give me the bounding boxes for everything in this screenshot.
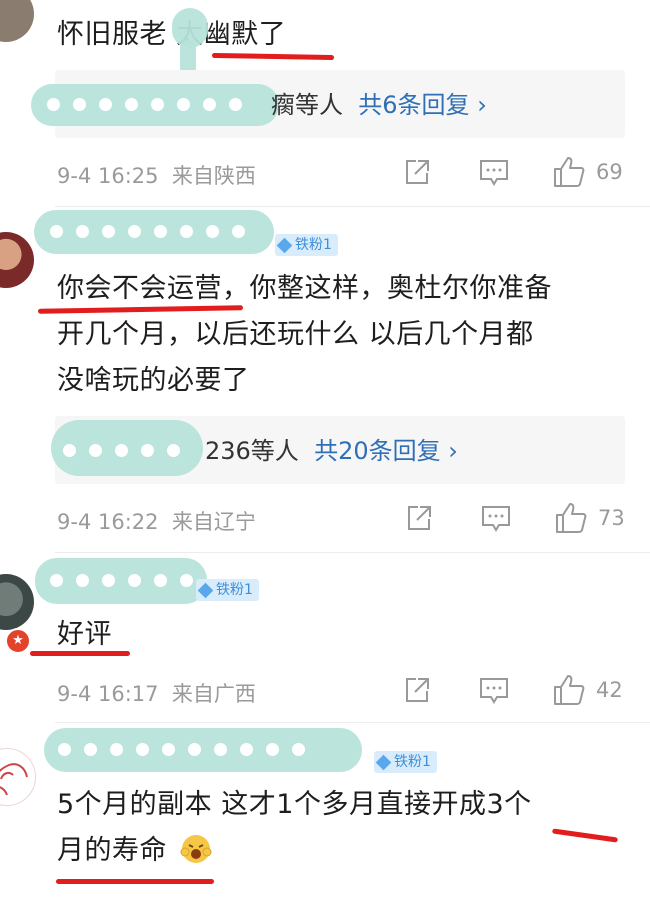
comment-text: 怀旧服老 太幽默了 xyxy=(57,19,287,50)
thumbs-up-icon[interactable] xyxy=(552,673,586,707)
redaction-dots xyxy=(63,444,180,457)
avatar[interactable] xyxy=(0,0,34,42)
redaction-dots xyxy=(50,574,193,587)
location: 来自陕西 xyxy=(171,164,256,188)
redaction-dots xyxy=(47,98,242,111)
like-count: 69 xyxy=(596,160,623,184)
comment-meta: 9-4 16:17 来自广西 xyxy=(57,678,256,708)
share-icon[interactable] xyxy=(404,503,434,533)
reply-count-link[interactable]: 共20条回复 xyxy=(314,437,441,465)
diamond-icon xyxy=(375,754,392,770)
divider xyxy=(55,552,650,553)
reply-summary[interactable]: 236等人 共20条回复 › xyxy=(205,436,458,466)
share-icon[interactable] xyxy=(402,157,432,187)
chevron-right-icon: › xyxy=(477,91,487,119)
laugh-emoji-icon xyxy=(180,835,212,863)
avatar[interactable] xyxy=(0,232,34,288)
timestamp: 9-4 16:17 xyxy=(57,682,159,706)
divider xyxy=(55,722,650,723)
reply-preview[interactable]: 236等人 共20条回复 › xyxy=(51,416,625,484)
comment-meta: 9-4 16:22 来自辽宁 xyxy=(57,506,256,536)
like-count: 73 xyxy=(598,506,625,530)
redaction-dots xyxy=(58,743,305,756)
thumbs-up-icon[interactable] xyxy=(552,155,586,189)
reply-preview[interactable]: 瘸等人 共6条回复 › xyxy=(31,70,625,138)
location: 来自广西 xyxy=(171,682,256,706)
reply-summary[interactable]: 瘸等人 共6条回复 › xyxy=(271,90,487,120)
like-count: 42 xyxy=(596,678,623,702)
fan-badge: 铁粉1 xyxy=(275,234,338,256)
timestamp: 9-4 16:25 xyxy=(57,164,159,188)
thumbs-up-icon[interactable] xyxy=(554,501,588,535)
comment-icon[interactable] xyxy=(478,676,510,706)
diamond-icon xyxy=(276,237,293,253)
location: 来自辽宁 xyxy=(171,510,256,534)
fan-badge: 铁粉1 xyxy=(374,751,437,773)
comment-icon[interactable] xyxy=(478,158,510,188)
avatar-illustration xyxy=(0,763,28,796)
comment-meta: 9-4 16:25 来自陕西 xyxy=(57,160,256,190)
diamond-icon xyxy=(197,582,214,598)
timestamp: 9-4 16:22 xyxy=(57,510,159,534)
redaction-dots xyxy=(50,225,245,238)
avatar[interactable] xyxy=(0,574,34,630)
annotation-underline xyxy=(551,828,619,843)
comment-icon[interactable] xyxy=(480,504,512,534)
annotation-underline xyxy=(30,651,130,656)
annotation-underline xyxy=(56,879,214,884)
comment-text: 5个月的副本 这才1个多月直接开成3个 月的寿命 xyxy=(57,789,532,866)
share-icon[interactable] xyxy=(402,675,432,705)
annotation-underline xyxy=(211,52,335,61)
avatar[interactable] xyxy=(0,748,36,806)
divider xyxy=(55,206,650,207)
verified-icon: ★ xyxy=(5,628,31,654)
comment-text: 你会不会运营，你整这样，奥杜尔你准备 开几个月，以后还玩什么 以后几个月都 没啥… xyxy=(57,273,552,396)
fan-badge: 铁粉1 xyxy=(196,579,259,601)
reply-count-link[interactable]: 共6条回复 xyxy=(358,91,469,119)
chevron-right-icon: › xyxy=(448,437,458,465)
